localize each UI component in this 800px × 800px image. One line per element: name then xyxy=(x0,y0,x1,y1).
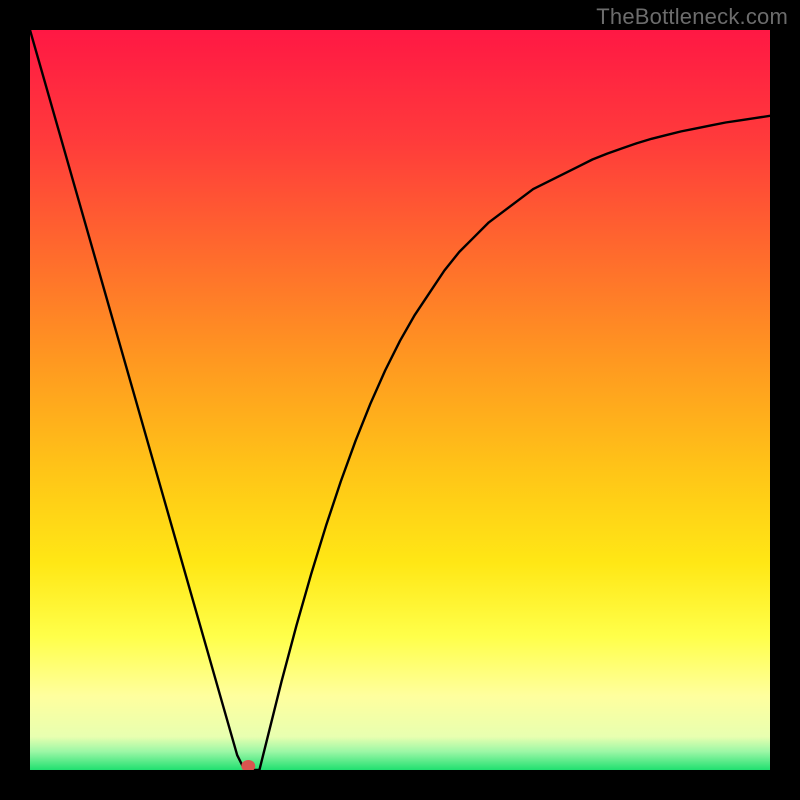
chart-background xyxy=(30,30,770,770)
chart-svg xyxy=(30,30,770,770)
plot-area xyxy=(30,30,770,770)
watermark-text: TheBottleneck.com xyxy=(596,4,788,30)
chart-container: TheBottleneck.com xyxy=(0,0,800,800)
